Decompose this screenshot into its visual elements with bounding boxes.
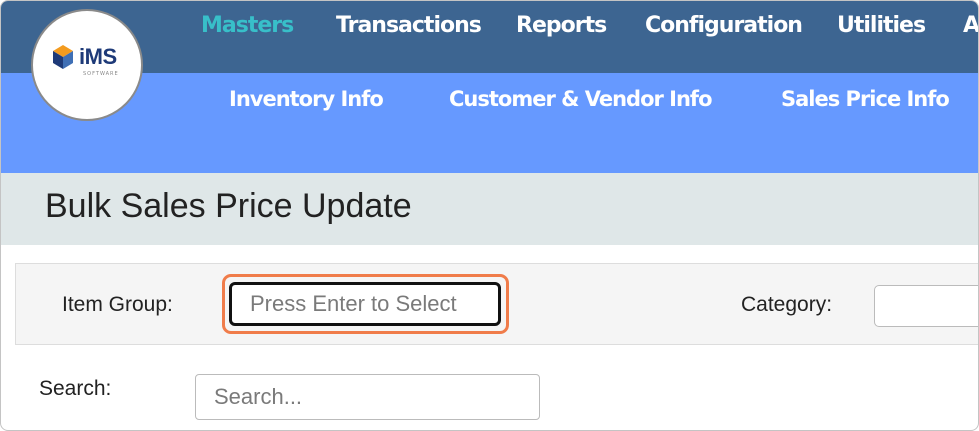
- nav-reports[interactable]: Reports: [516, 13, 607, 38]
- category-label: Category:: [741, 293, 833, 316]
- company-logo[interactable]: iMS SOFTWARE: [31, 9, 143, 121]
- app-window: Masters Transactions Reports Configurati…: [0, 0, 979, 431]
- logo-subtext: SOFTWARE: [83, 71, 119, 77]
- subnav-customer-vendor-info[interactable]: Customer & Vendor Info: [449, 87, 712, 111]
- category-select[interactable]: [874, 285, 978, 327]
- search-label: Search:: [39, 377, 112, 400]
- item-group-input[interactable]: [229, 282, 501, 326]
- subnav-sales-price-info[interactable]: Sales Price Info: [781, 87, 950, 111]
- logo-cube-icon: [53, 45, 73, 69]
- nav-transactions[interactable]: Transactions: [336, 13, 482, 38]
- top-nav-bar: Masters Transactions Reports Configurati…: [1, 1, 978, 73]
- page-header: Bulk Sales Price Update: [1, 173, 978, 245]
- item-group-label: Item Group:: [62, 293, 173, 316]
- nav-masters[interactable]: Masters: [201, 13, 294, 38]
- sub-nav-bar: Inventory Info Customer & Vendor Info Sa…: [1, 73, 978, 173]
- nav-utilities[interactable]: Utilities: [837, 13, 926, 38]
- page-title: Bulk Sales Price Update: [45, 187, 412, 225]
- logo-text: iMS: [79, 44, 117, 69]
- nav-item-truncated[interactable]: A: [963, 13, 978, 38]
- nav-configuration[interactable]: Configuration: [645, 13, 803, 38]
- search-input[interactable]: [195, 374, 540, 420]
- subnav-inventory-info[interactable]: Inventory Info: [229, 87, 384, 111]
